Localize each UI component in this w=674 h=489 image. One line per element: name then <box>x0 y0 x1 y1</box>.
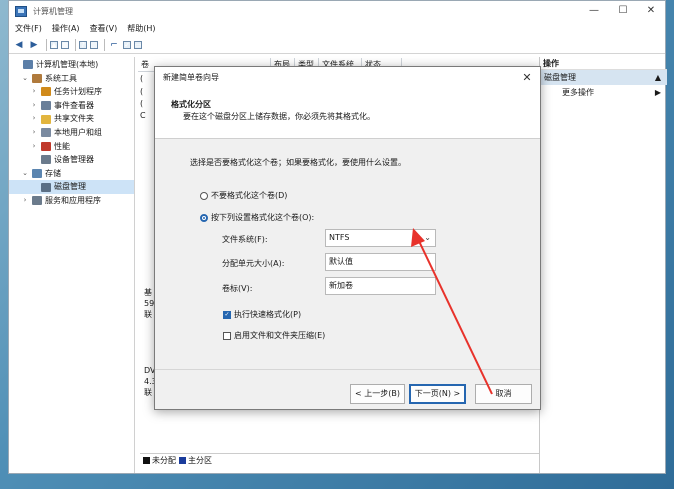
annotation-arrow <box>411 228 493 395</box>
annotation-arrow-head <box>411 228 425 247</box>
annotation-arrow-line <box>417 238 493 395</box>
